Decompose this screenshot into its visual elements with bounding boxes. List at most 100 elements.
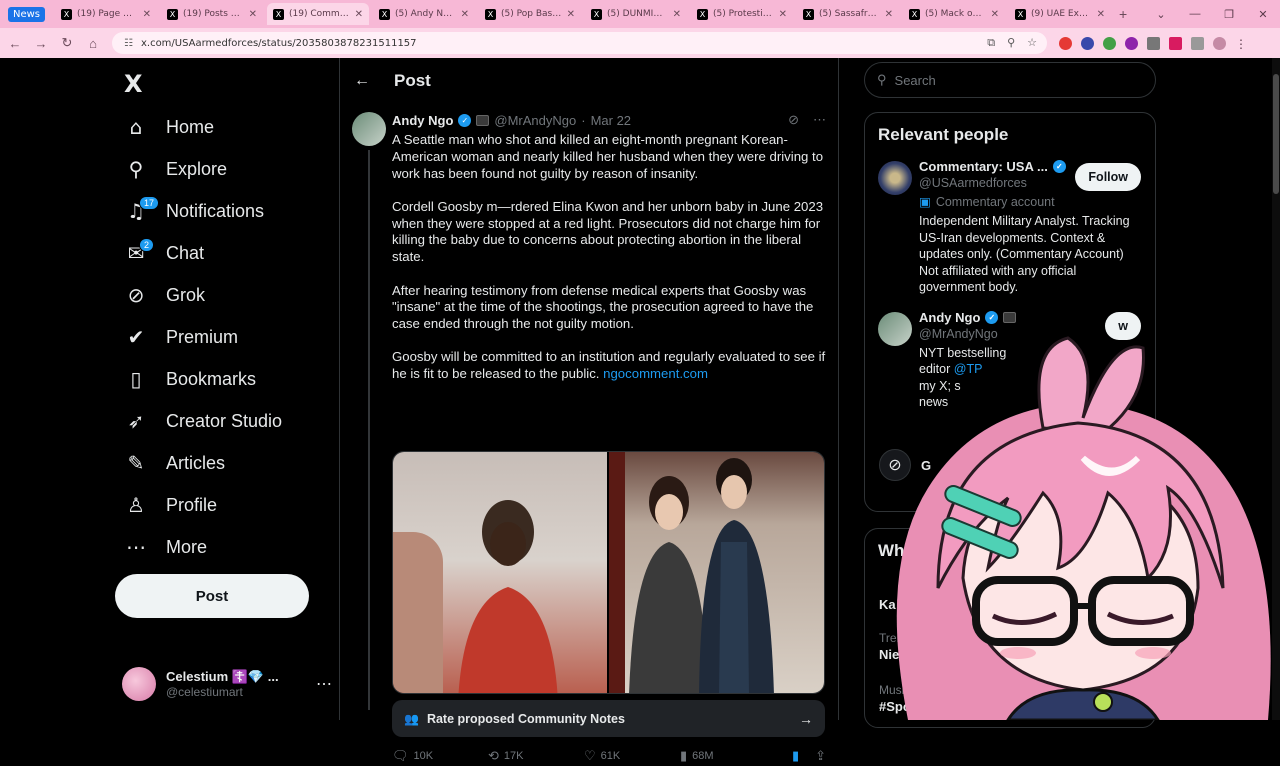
tweet-link[interactable]: ngocomment.com: [603, 366, 708, 381]
more-icon[interactable]: ⋯: [813, 112, 826, 128]
home-browser-icon[interactable]: ⌂: [86, 36, 100, 51]
avatar[interactable]: [352, 112, 386, 146]
search-input[interactable]: ⚲ Search: [864, 62, 1156, 98]
bookmark-icon[interactable]: ▮: [792, 749, 799, 764]
browser-tab[interactable]: X (5) Andy Ngo on ✕: [373, 3, 475, 25]
x-logo[interactable]: X: [124, 70, 143, 98]
news-badge[interactable]: News: [8, 6, 46, 22]
trend-item[interactable]: Niele Iv: [879, 647, 925, 662]
avatar[interactable]: [878, 311, 912, 346]
puzzle-icon[interactable]: [1147, 36, 1160, 50]
tab-close-icon[interactable]: ✕: [1097, 9, 1105, 20]
reload-icon[interactable]: ↻: [60, 35, 74, 51]
tab-close-icon[interactable]: ✕: [461, 9, 469, 20]
person-name[interactable]: Commentary: USA ...: [919, 159, 1048, 174]
back-icon[interactable]: ←: [8, 36, 22, 51]
grok-suggestion[interactable]: ⊘ G: [879, 449, 931, 481]
tab-close-icon[interactable]: ✕: [143, 9, 151, 20]
extension-icon[interactable]: [1059, 36, 1072, 50]
repost-icon: ⟲: [488, 748, 499, 764]
browser-tab[interactable]: X (5) Sassafrass84 ✕: [797, 3, 899, 25]
sidebar-icon[interactable]: [1169, 36, 1182, 50]
avatar[interactable]: [878, 161, 912, 195]
person-card[interactable]: Commentary: USA ... ✓ @USAarmedforces ▣ Co…: [865, 151, 1155, 302]
star-icon[interactable]: ☆: [1027, 36, 1037, 50]
extension-icon[interactable]: [1103, 36, 1116, 50]
close-icon[interactable]: ✕: [1246, 8, 1280, 21]
tab-close-icon[interactable]: ✕: [355, 9, 363, 20]
extension-icon[interactable]: [1125, 36, 1138, 50]
repost-button[interactable]: ⟲ 17K: [488, 749, 584, 764]
screenshot-icon[interactable]: ⧉: [987, 36, 995, 50]
nav-item-explore[interactable]: ⚲ Explore: [114, 148, 339, 190]
nav-item-bookmarks[interactable]: ▯ Bookmarks: [114, 358, 339, 400]
author-name[interactable]: Andy Ngo: [392, 113, 453, 128]
person-card[interactable]: Andy Ngo ✓ @MrAndyNgo NYT bestselling edi…: [865, 302, 1155, 417]
extension-icon[interactable]: [1081, 36, 1094, 50]
browser-tab[interactable]: X (5) Protestia on ✕: [691, 3, 793, 25]
tab-close-icon[interactable]: ✕: [249, 9, 257, 20]
reply-button[interactable]: 🗨 10K: [392, 749, 488, 764]
nav-label: Creator Studio: [166, 410, 283, 431]
browser-tab[interactable]: X (9) UAE Explo ✕: [1009, 3, 1111, 25]
tab-close-icon[interactable]: ✕: [885, 9, 893, 20]
page-scrollbar[interactable]: [1272, 58, 1280, 720]
forward-icon[interactable]: →: [34, 36, 48, 51]
follow-button[interactable]: w: [1105, 311, 1141, 340]
trend-item[interactable]: Ka: [879, 597, 896, 612]
tab-close-icon[interactable]: ✕: [673, 9, 681, 20]
maximize-icon[interactable]: ❐: [1212, 8, 1246, 21]
nav-item-home[interactable]: ⌂ Home: [114, 106, 339, 148]
follow-button[interactable]: Follow: [1075, 163, 1141, 191]
browser-tab[interactable]: X (5) Mack on X: ✕: [903, 3, 1005, 25]
new-tab-icon[interactable]: +: [1119, 6, 1127, 22]
media-image-right[interactable]: [609, 452, 824, 693]
tweet-media[interactable]: [392, 451, 825, 694]
browser-tab[interactable]: X (19) Posts with m ✕: [161, 3, 263, 25]
browser-tab[interactable]: X (19) Commentar ✕: [267, 3, 370, 25]
nav-item-chat[interactable]: ✉ 2 Chat: [114, 232, 339, 274]
browser-tab[interactable]: X (5) Pop Base on ✕: [479, 3, 581, 25]
relevant-people-title: Relevant people: [878, 125, 1009, 144]
nav-item-profile[interactable]: ♙ Profile: [114, 484, 339, 526]
nav-item-articles[interactable]: ✎ Articles: [114, 442, 339, 484]
nav-item-grok[interactable]: ⊘ Grok: [114, 274, 339, 316]
site-info-icon[interactable]: ☷: [124, 38, 133, 49]
nav-item-creator-studio[interactable]: ➶ Creator Studio: [114, 400, 339, 442]
tweet-date[interactable]: Mar 22: [591, 113, 631, 128]
person-name[interactable]: Andy Ngo: [919, 310, 980, 325]
nav-item-premium[interactable]: ✔ Premium: [114, 316, 339, 358]
views-button[interactable]: ▮ 68M: [680, 749, 776, 764]
media-image-left[interactable]: [393, 452, 607, 693]
nav-item-more[interactable]: ⋯ More: [114, 526, 339, 568]
share-icon[interactable]: ⇪: [815, 749, 826, 764]
browser-tab[interactable]: X (19) Page Six on ✕: [55, 3, 157, 25]
browser-tab[interactable]: X (5) DUNMININI ✕: [585, 3, 687, 25]
like-button[interactable]: ♡ 61K: [584, 749, 680, 764]
back-arrow-icon[interactable]: ←: [354, 72, 370, 90]
person-icon: ♙: [127, 493, 145, 517]
affiliation-badge-icon: [476, 114, 490, 126]
minimize-icon[interactable]: —: [1178, 8, 1212, 20]
bio-link[interactable]: @TP: [954, 362, 983, 376]
scrollbar-thumb[interactable]: [1273, 74, 1279, 194]
grok-icon[interactable]: ⊘: [788, 112, 799, 128]
nav-item-notifications[interactable]: ♫ 17 Notifications: [114, 190, 339, 232]
trend-item[interactable]: #Spo: [879, 699, 911, 714]
menu-icon[interactable]: ⋮: [1235, 37, 1247, 51]
tab-close-icon[interactable]: ✕: [991, 9, 999, 20]
tab-close-icon[interactable]: ✕: [779, 9, 787, 20]
zoom-icon[interactable]: ⚲: [1007, 36, 1015, 50]
chevron-down-icon[interactable]: ⌄: [1144, 8, 1178, 21]
nav-label: Notifications: [166, 200, 265, 221]
url-field[interactable]: ☷ x.com/USAarmedforces/status/2035803878…: [112, 32, 1047, 54]
post-button[interactable]: Post: [115, 574, 309, 618]
more-icon[interactable]: ⋯: [316, 674, 332, 694]
tab-close-icon[interactable]: ✕: [567, 9, 575, 20]
browser-profile-avatar[interactable]: [1213, 36, 1226, 50]
downloads-icon[interactable]: [1191, 36, 1204, 50]
x-favicon-icon: X: [485, 8, 497, 20]
author-handle[interactable]: @MrAndyNgo: [494, 113, 576, 128]
community-notes-button[interactable]: 👥 Rate proposed Community Notes →: [392, 700, 825, 737]
account-switcher[interactable]: Celestium ☦️💎 ... @celestiumart ⋯: [122, 664, 332, 704]
